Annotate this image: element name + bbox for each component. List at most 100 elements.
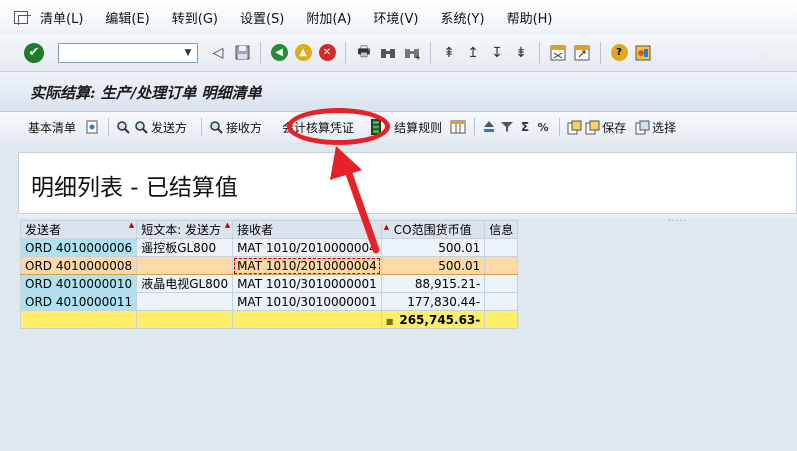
- save-icon[interactable]: [232, 43, 252, 63]
- receiver-magnifier-icon: [208, 119, 224, 135]
- column-header-amount[interactable]: ▲ CO范围货币值: [380, 220, 486, 239]
- cell-short-text[interactable]: 遥控板GL800: [136, 238, 234, 257]
- shortcut-icon[interactable]: [572, 43, 592, 63]
- next-page-icon[interactable]: ↧: [487, 43, 507, 63]
- print-icon[interactable]: 🖶: [354, 43, 374, 63]
- standard-toolbar: ✔ ▼ ◁ ◀ ▲ ✕ 🖶 + ⇞ ↥ ↧ ⇟ ?: [0, 34, 797, 72]
- annotation-ellipse: [287, 108, 390, 145]
- enter-checkmark-icon[interactable]: ✔: [24, 42, 44, 63]
- title-bar: 实际结算: 生产/处理订单 明细清单: [0, 72, 797, 112]
- filter-icon[interactable]: [499, 119, 515, 135]
- svg-text:+: +: [415, 54, 420, 60]
- find-icon[interactable]: [378, 43, 398, 63]
- cell-amount[interactable]: 177,830.44-: [380, 292, 486, 311]
- menu-bar: 清单(L) 编辑(E) 转到(G) 设置(S) 附加(A) 环境(V) 系统(Y…: [0, 0, 797, 34]
- basic-list-button[interactable]: 基本清单: [28, 119, 76, 136]
- cell-amount[interactable]: 500.01: [380, 256, 486, 275]
- receiver-label: 接收方: [226, 120, 263, 135]
- toolbar-separator: [260, 41, 261, 64]
- cell-receiver[interactable]: MAT 1010/2010000004: [232, 238, 382, 257]
- column-header-sender[interactable]: 发送者 ▲: [19, 220, 138, 239]
- menu-goto[interactable]: 转到(G): [172, 8, 218, 27]
- cell-amount[interactable]: 500.01: [380, 238, 486, 257]
- menu-extras[interactable]: 附加(A): [306, 8, 351, 27]
- table-row[interactable]: ORD 4010000011 MAT 1010/3010000001 177,8…: [19, 292, 519, 311]
- cell-receiver[interactable]: MAT 1010/3010000001: [232, 292, 382, 311]
- settlement-rule-button[interactable]: 结算规则: [394, 119, 442, 136]
- cancel-icon[interactable]: ✕: [317, 43, 337, 63]
- cell-short-text[interactable]: [136, 256, 234, 275]
- cell-receiver[interactable]: MAT 1010/3010000001: [232, 274, 382, 293]
- subtotal-icon[interactable]: %: [535, 119, 551, 135]
- sum-icon[interactable]: Σ: [517, 119, 533, 135]
- cell-info[interactable]: [484, 274, 519, 293]
- save-layout-icon: [584, 119, 600, 135]
- cell-receiver[interactable]: MAT 1010/2010000004: [232, 256, 382, 275]
- column-layout-icon[interactable]: [450, 119, 466, 135]
- select-layout-button[interactable]: 选择: [634, 119, 676, 136]
- table-row-selected[interactable]: ORD 4010000008 MAT 1010/2010000004 500.0…: [19, 256, 519, 275]
- settlement-rule-label: 结算规则: [394, 120, 443, 135]
- system-menu-icon[interactable]: [14, 10, 31, 25]
- create-session-icon[interactable]: [548, 43, 568, 63]
- chevron-down-icon[interactable]: ▼: [181, 46, 195, 60]
- total-cell-sender: [19, 310, 138, 329]
- sender-label: 发送方: [151, 120, 188, 135]
- cell-sender[interactable]: ORD 4010000010: [19, 274, 138, 293]
- table-row[interactable]: ORD 4010000006 遥控板GL800 MAT 1010/2010000…: [19, 238, 519, 257]
- receiver-button[interactable]: 接收方: [208, 119, 262, 136]
- menu-environment[interactable]: 环境(V): [373, 8, 418, 27]
- toolbar-separator: [108, 118, 110, 136]
- cell-info[interactable]: [484, 256, 519, 275]
- cell-short-text[interactable]: 液晶电视GL800: [136, 274, 234, 293]
- cell-info[interactable]: [484, 238, 519, 257]
- back-icon[interactable]: ◀: [269, 43, 289, 63]
- customize-layout-icon[interactable]: [633, 43, 653, 63]
- select-layout-label: 选择: [652, 120, 677, 135]
- column-header-info[interactable]: 信息: [484, 220, 519, 239]
- menu-settings[interactable]: 设置(S): [240, 8, 284, 27]
- cell-short-text[interactable]: [136, 292, 234, 311]
- first-page-icon[interactable]: ⇞: [439, 43, 459, 63]
- column-header-receiver[interactable]: 接收者: [232, 220, 382, 239]
- total-cell-info: [484, 310, 519, 329]
- sum-marker-icon: ▲: [383, 223, 390, 231]
- cell-sender[interactable]: ORD 4010000008: [19, 256, 138, 275]
- help-icon[interactable]: ?: [609, 43, 629, 63]
- collapse-left-icon[interactable]: ◁: [208, 43, 228, 63]
- menu-edit[interactable]: 编辑(E): [105, 8, 149, 27]
- total-amount: 265,745.63-: [399, 312, 481, 327]
- cell-amount[interactable]: 88,915.21-: [380, 274, 486, 293]
- command-field[interactable]: ▼: [58, 42, 198, 63]
- total-row[interactable]: ■ 265,745.63-: [19, 310, 519, 329]
- settlement-grid: 发送者 ▲ 短文本: 发送方 ▲ 接收者 ▲ CO范围货币值 信息 ORD 40100…: [19, 220, 519, 329]
- command-input[interactable]: [59, 43, 177, 62]
- exit-icon[interactable]: ▲: [293, 43, 313, 63]
- column-header-short-text[interactable]: 短文本: 发送方 ▲: [136, 220, 234, 239]
- menu-help[interactable]: 帮助(H): [507, 8, 553, 27]
- sender-magnifier-icon: [133, 119, 149, 135]
- cell-info[interactable]: [484, 292, 519, 311]
- document-detail-icon[interactable]: [84, 119, 100, 135]
- sort-ascending-icon[interactable]: [481, 119, 497, 135]
- menu-system[interactable]: 系统(Y): [440, 8, 484, 27]
- list-heading: 明细列表 - 已结算值: [31, 175, 238, 201]
- splitter-grip[interactable]: .....: [668, 214, 687, 224]
- cell-sender[interactable]: ORD 4010000011: [19, 292, 138, 311]
- toolbar-separator: [600, 41, 601, 64]
- change-layout-icon[interactable]: [566, 119, 582, 135]
- magnifier-icon[interactable]: [115, 119, 131, 135]
- find-next-icon[interactable]: +: [402, 43, 422, 63]
- menu-list[interactable]: 清单(L): [40, 8, 83, 27]
- save-layout-button[interactable]: 保存: [584, 119, 626, 136]
- total-marker-icon: ■: [385, 316, 394, 326]
- total-cell-receiver: [232, 310, 382, 329]
- cell-sender[interactable]: ORD 4010000006: [19, 238, 138, 257]
- sender-button[interactable]: 发送方: [133, 119, 187, 136]
- table-row[interactable]: ORD 4010000010 液晶电视GL800 MAT 1010/301000…: [19, 274, 519, 293]
- total-cell-amount[interactable]: ■ 265,745.63-: [380, 310, 486, 329]
- previous-page-icon[interactable]: ↥: [463, 43, 483, 63]
- basic-list-label: 基本清单: [28, 120, 77, 135]
- last-page-icon[interactable]: ⇟: [511, 43, 531, 63]
- splitter[interactable]: .....: [18, 214, 797, 224]
